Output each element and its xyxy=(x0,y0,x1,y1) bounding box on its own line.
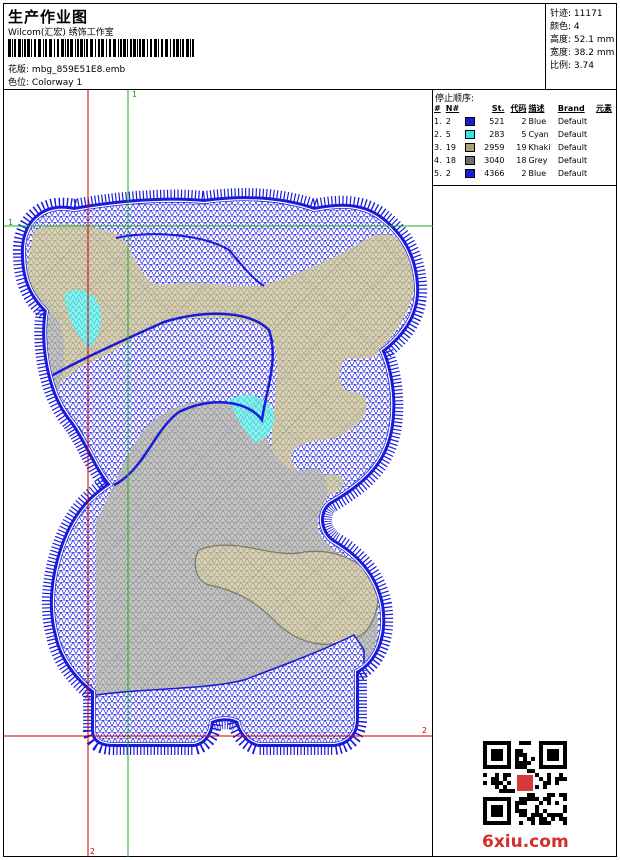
stop-row-brand: Default xyxy=(557,117,588,126)
stop-row-stitches: 521 xyxy=(489,117,505,126)
stop-sequence-table: # N# St. 代码 描述 Brand 元素 1. 2 521 2 Blue Defau… xyxy=(433,102,617,180)
stop-row-element xyxy=(595,141,617,154)
stop-sequence-table-wrap: # N# St. 代码 描述 Brand 元素 1. 2 521 2 Blue Defau… xyxy=(433,102,617,186)
stop-row-desc: Cyan xyxy=(528,130,549,139)
stat-stitches: 针迹: 11171 xyxy=(550,9,603,19)
guide-label-v2: 2 xyxy=(90,847,95,856)
col-element: 元素 xyxy=(595,104,612,113)
stop-row-swatch xyxy=(464,167,479,180)
stop-table-header: # N# St. 代码 描述 Brand 元素 xyxy=(433,102,617,115)
color-swatch xyxy=(464,143,475,152)
sheet-title: 生产作业图 xyxy=(8,8,89,26)
guide-label-v1: 1 xyxy=(132,90,137,99)
qr-logo-icon xyxy=(517,775,533,791)
stop-row-stitches: 283 xyxy=(489,130,505,139)
color-swatch xyxy=(464,156,475,165)
stop-row-num: 4. xyxy=(434,156,442,165)
col-stitches: St. xyxy=(491,104,505,113)
stop-row-element xyxy=(595,154,617,167)
col-code: 代码 xyxy=(510,104,527,113)
stop-row: 2. 5 283 5 Cyan Default xyxy=(433,128,617,141)
guide-label-h2: 2 xyxy=(422,726,427,735)
production-worksheet: 生产作业图 Wilcom(汇宏) 绣饰工作室 花版: mbg_859E51E8.… xyxy=(3,3,617,857)
embroidery-design xyxy=(4,90,433,857)
stop-row-code: 2 xyxy=(521,169,527,178)
qr-code xyxy=(483,741,567,825)
stop-row-desc: Blue xyxy=(528,117,547,126)
colorway-label: 色位: xyxy=(8,78,30,88)
stop-row-swatch xyxy=(464,115,479,128)
col-brand: Brand xyxy=(557,104,585,113)
stop-row-desc: Khaki xyxy=(528,143,551,152)
col-num: # xyxy=(434,104,441,113)
stop-row: 5. 2 4366 2 Blue Default xyxy=(433,167,617,180)
design-label: 花版: xyxy=(8,65,30,75)
stat-scale: 比例: 3.74 xyxy=(550,61,594,71)
stop-row-num: 2. xyxy=(434,130,442,139)
stop-row-code: 5 xyxy=(521,130,527,139)
stop-row: 4. 18 3040 18 Grey Default xyxy=(433,154,617,167)
header-info: 生产作业图 Wilcom(汇宏) 绣饰工作室 花版: mbg_859E51E8.… xyxy=(4,4,546,90)
design-preview-area: 1 1 2 2 xyxy=(4,90,433,857)
stop-row-swatch xyxy=(464,141,479,154)
stop-row-desc: Blue xyxy=(528,169,547,178)
site-watermark: 6xiu.com xyxy=(482,832,569,852)
color-swatch xyxy=(464,169,475,178)
col-swatch xyxy=(464,102,479,115)
design-filename: mbg_859E51E8.emb xyxy=(31,65,126,75)
stop-row-num: 5. xyxy=(434,169,442,178)
stop-row-needle: 18 xyxy=(445,156,456,165)
stop-row: 1. 2 521 2 Blue Default xyxy=(433,115,617,128)
stop-row-code: 2 xyxy=(521,117,527,126)
stat-height: 高度: 52.1 mm xyxy=(550,35,615,45)
guide-label-h1: 1 xyxy=(8,218,13,227)
stop-row-needle: 2 xyxy=(445,169,451,178)
stop-row-swatch xyxy=(464,154,479,167)
stop-row-element xyxy=(595,167,617,180)
colorway-name: Colorway 1 xyxy=(31,78,83,88)
company-name: Wilcom(汇宏) 绣饰工作室 xyxy=(8,28,114,38)
stop-row-num: 3. xyxy=(434,143,442,152)
stop-row-stitches: 3040 xyxy=(484,156,505,165)
stats-panel: 针迹: 11171 颜色: 4 高度: 52.1 mm 宽度: 38.2 mm … xyxy=(546,4,617,90)
stop-row-needle: 5 xyxy=(445,130,451,139)
stop-row-element xyxy=(595,115,617,128)
design-line: 花版: mbg_859E51E8.emb xyxy=(8,62,125,75)
stat-colors: 颜色: 4 xyxy=(550,22,580,32)
stop-row: 3. 19 2959 19 Khaki Default xyxy=(433,141,617,154)
stop-row-swatch xyxy=(464,128,479,141)
colorway-line: 色位: Colorway 1 xyxy=(8,75,82,88)
col-desc: 描述 xyxy=(528,104,545,113)
stop-row-brand: Default xyxy=(557,130,588,139)
stop-row-code: 18 xyxy=(516,156,527,165)
stop-row-needle: 2 xyxy=(445,117,451,126)
color-swatch xyxy=(464,130,475,139)
stop-row-needle: 19 xyxy=(445,143,456,152)
stop-row-code: 19 xyxy=(516,143,527,152)
barcode xyxy=(8,39,194,57)
stop-row-num: 1. xyxy=(434,117,442,126)
stop-row-element xyxy=(595,128,617,141)
stop-row-stitches: 4366 xyxy=(484,169,505,178)
color-swatch xyxy=(464,117,475,126)
stop-row-brand: Default xyxy=(557,156,588,165)
stop-row-brand: Default xyxy=(557,143,588,152)
stop-row-brand: Default xyxy=(557,169,588,178)
stop-row-stitches: 2959 xyxy=(484,143,505,152)
stop-row-desc: Grey xyxy=(528,156,548,165)
col-needle: N# xyxy=(445,104,460,113)
stat-width: 宽度: 38.2 mm xyxy=(550,48,615,58)
